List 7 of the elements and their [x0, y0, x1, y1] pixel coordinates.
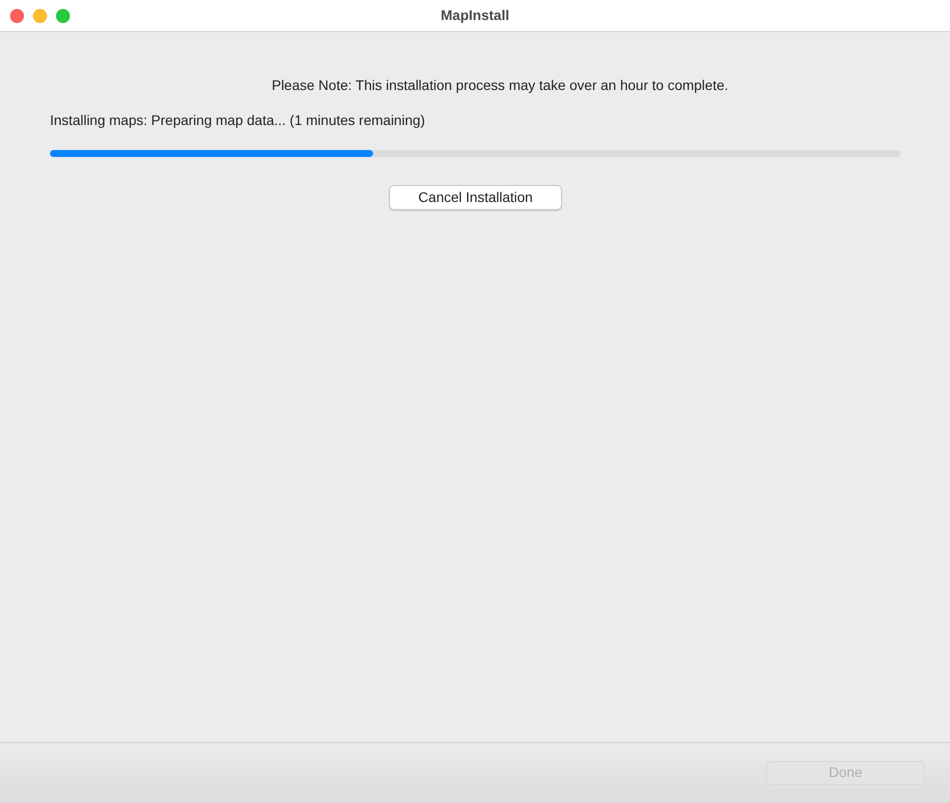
status-text: Installing maps: Preparing map data... (1 minutes remaining)	[50, 111, 426, 130]
minimize-icon[interactable]	[33, 8, 47, 22]
cancel-button[interactable]: Cancel Installation	[389, 185, 562, 210]
note-text: Please Note: This installation process may take over an hour to complete.	[270, 76, 730, 95]
window-title: MapInstall	[440, 6, 510, 25]
zoom-icon[interactable]	[56, 8, 70, 22]
close-icon[interactable]	[10, 8, 24, 22]
